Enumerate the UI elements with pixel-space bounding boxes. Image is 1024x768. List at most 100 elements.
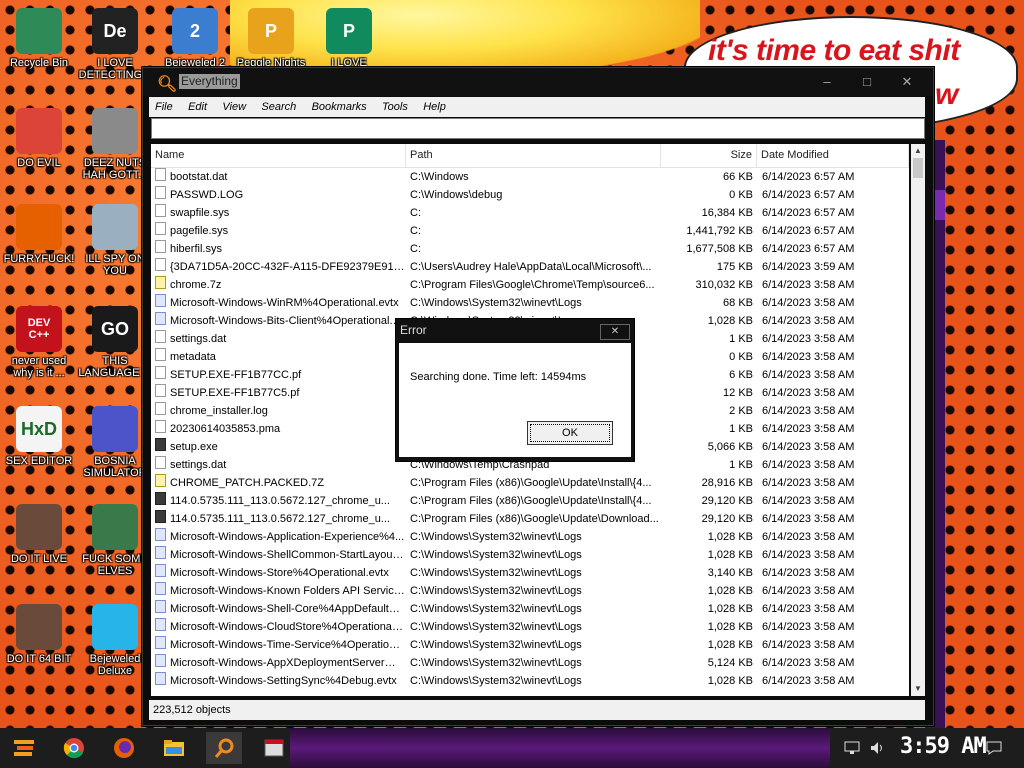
network-icon[interactable] [840,732,864,764]
table-row[interactable]: Microsoft-Windows-Known Folders API Serv… [151,582,909,600]
table-row[interactable]: chrome.7z C:\Program Files\Google\Chrome\… [151,276,909,294]
table-row[interactable]: Microsoft-Windows-AppXDeploymentServer%4… [151,654,909,672]
menu-help[interactable]: Help [417,97,452,117]
background-window-accent [935,190,945,220]
start-icon[interactable] [6,732,42,764]
cell-path: C:\Windows\System32\winevt\Logs [410,621,582,633]
desktop-icon[interactable]: ILL SPY ON YOU [78,204,152,277]
executable-icon [155,438,166,451]
scroll-down-icon[interactable]: ▼ [911,682,925,696]
desktop-icon[interactable]: DO IT LIVE [2,504,76,565]
ok-button[interactable]: OK [527,421,613,445]
desktop-icon[interactable]: De I LOVE DETECTING... [78,8,152,81]
table-row[interactable]: Microsoft-Windows-ShellCommon-StartLayou… [151,546,909,564]
desktop-icon[interactable]: Bejeweled Deluxe [78,604,152,677]
desktop-icon[interactable]: Recycle Bin [2,8,76,69]
taskbar: 3:59 AM [0,728,1024,768]
cell-path: C:\Windows\System32\winevt\Logs [410,297,582,309]
desktop-icon[interactable]: BOSNIA SIMULATOR [78,406,152,479]
table-row[interactable]: Microsoft-Windows-Application-Experience… [151,528,909,546]
cell-name: Microsoft-Windows-Time-Service%4Operatio… [170,639,405,651]
table-row[interactable]: 114.0.5735.111_113.0.5672.127_chrome_u..… [151,492,909,510]
status-bar: 223,512 objects [149,700,925,720]
cell-date: 6/14/2023 3:58 AM [762,297,855,309]
desktop-icon[interactable]: 2 Bejeweled 2 [158,8,232,69]
file-explorer-icon[interactable] [156,732,192,764]
everything-icon[interactable] [206,732,242,764]
notifications-icon[interactable] [982,732,1006,764]
file-icon [155,186,166,199]
desktop-icon[interactable]: FURRYFUCK! [2,204,76,265]
table-row[interactable]: Microsoft-Windows-Store%4Operational.evt… [151,564,909,582]
desktop-icon[interactable]: HxD SEX EDITOR [2,406,76,467]
desktop-icon[interactable]: DO IT 64 BIT [2,604,76,665]
menu-file[interactable]: File [149,97,179,117]
file-icon [155,330,166,343]
desktop-icon[interactable]: PI LOVE [312,8,386,69]
search-input[interactable] [151,118,925,139]
hxd-icon: HxD [16,406,62,452]
cell-date: 6/14/2023 6:57 AM [762,171,855,183]
menu-view[interactable]: View [216,97,252,117]
table-row[interactable]: {3DA71D5A-20CC-432F-A115-DFE92379E91F}..… [151,258,909,276]
table-row[interactable]: PASSWD.LOG C:\Windows\debug 0 KB 6/14/2023 … [151,186,909,204]
table-row[interactable]: swapfile.sys C: 16,384 KB 6/14/2023 6:57 AM [151,204,909,222]
table-row[interactable]: 114.0.5735.111_113.0.5672.127_chrome_u..… [151,510,909,528]
chrome-icon[interactable] [56,732,92,764]
cell-date: 6/14/2023 3:58 AM [762,351,855,363]
cell-size: 5,124 KB [707,657,753,669]
firefox-icon[interactable] [106,732,142,764]
column-date-modified[interactable]: Date Modified [757,144,909,167]
title-bar[interactable]: 🔍︎ Everything – □ ✕ [143,68,933,96]
table-row[interactable]: Microsoft-Windows-CloudStore%4Operationa… [151,618,909,636]
cell-date: 6/14/2023 3:58 AM [762,423,855,435]
cell-path: C:\Windows\debug [410,189,503,201]
cell-path: C:\Windows\System32\winevt\Logs [410,675,582,687]
cell-size: 1 KB [729,459,753,471]
spy-icon [92,204,138,250]
app-window-icon[interactable] [256,732,292,764]
event-log-icon [155,564,166,577]
column-size[interactable]: Size [661,144,757,167]
desktop-icon[interactable]: P Peggle Nights [234,8,308,69]
desktop-icon[interactable]: DO EVIL [2,108,76,169]
speech-text-line1: it's time to eat shit [708,34,960,67]
table-row[interactable]: Microsoft-Windows-SettingSync%4Debug.evt… [151,672,909,690]
menu-edit[interactable]: Edit [182,97,213,117]
table-row[interactable]: Microsoft-Windows-Time-Service%4Operatio… [151,636,909,654]
cell-path: C:\Windows\System32\winevt\Logs [410,657,582,669]
menu-search[interactable]: Search [255,97,302,117]
table-row[interactable]: Microsoft-Windows-Shell-Core%4AppDefault… [151,600,909,618]
scroll-up-icon[interactable]: ▲ [911,144,925,158]
menu-bookmarks[interactable]: Bookmarks [306,97,373,117]
cell-name: Microsoft-Windows-Bits-Client%4Operation… [170,315,405,327]
vertical-scrollbar[interactable]: ▲ ▼ [911,144,925,696]
publisher-icon: P [326,8,372,54]
cell-name: metadata [170,351,216,363]
column-path[interactable]: Path [406,144,661,167]
event-log-icon [155,600,166,613]
desktop-icon[interactable]: DEEZ NUTS HAH GOTT... [78,108,152,181]
recycle-bin-icon [16,8,62,54]
menu-tools[interactable]: Tools [376,97,414,117]
table-row[interactable]: Microsoft-Windows-WinRM%4Operational.evt… [151,294,909,312]
file-icon [155,366,166,379]
file-icon [155,258,166,271]
cell-size: 0 KB [729,351,753,363]
table-row[interactable]: pagefile.sys C: 1,441,792 KB 6/14/2023 6:57… [151,222,909,240]
desktop-icon[interactable]: GO THIS LANGUAGE ... [78,306,152,379]
maximize-button[interactable]: □ [853,72,881,92]
table-row[interactable]: bootstat.dat C:\Windows 66 KB 6/14/2023 6:5… [151,168,909,186]
column-name[interactable]: Name [151,144,406,167]
taskbar-clock[interactable]: 3:59 AM [900,734,987,759]
desktop-icon-label: Bejeweled Deluxe [89,653,141,677]
desktop-icon[interactable]: FUCK SOME ELVES [78,504,152,577]
table-row[interactable]: hiberfil.sys C: 1,677,508 KB 6/14/2023 6:57… [151,240,909,258]
minimize-button[interactable]: – [813,72,841,92]
table-row[interactable]: CHROME_PATCH.PACKED.7Z C:\Program Files (… [151,474,909,492]
dialog-close-button[interactable]: ✕ [600,324,630,340]
desktop-icon[interactable]: DEV C++ never used why is it ... [2,306,76,379]
close-button[interactable]: ✕ [893,72,921,92]
scroll-thumb[interactable] [913,158,923,178]
volume-icon[interactable] [866,732,890,764]
